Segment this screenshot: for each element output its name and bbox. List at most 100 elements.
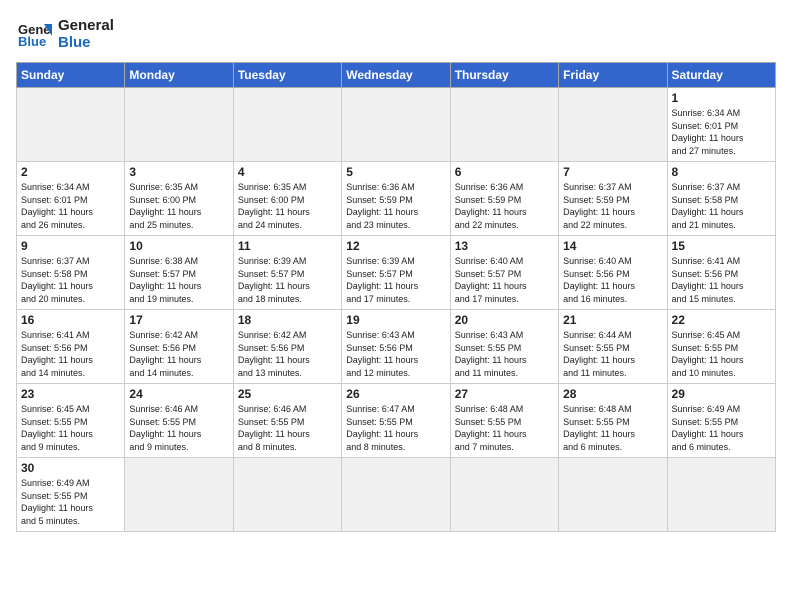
day-number: 13 [455,239,554,253]
day-info: Sunrise: 6:36 AM Sunset: 5:59 PM Dayligh… [455,181,554,231]
day-number: 12 [346,239,445,253]
day-number: 11 [238,239,337,253]
day-number: 10 [129,239,228,253]
calendar-cell: 1 Sunrise: 6:34 AM Sunset: 6:01 PM Daylig… [667,88,775,162]
day-info: Sunrise: 6:37 AM Sunset: 5:58 PM Dayligh… [21,255,120,305]
calendar-cell: 10 Sunrise: 6:38 AM Sunset: 5:57 PM Dayli… [125,236,233,310]
day-number: 15 [672,239,771,253]
calendar-cell: 5 Sunrise: 6:36 AM Sunset: 5:59 PM Daylig… [342,162,450,236]
weekday-header-monday: Monday [125,63,233,88]
day-info: Sunrise: 6:43 AM Sunset: 5:55 PM Dayligh… [455,329,554,379]
day-info: Sunrise: 6:45 AM Sunset: 5:55 PM Dayligh… [21,403,120,453]
calendar-cell: 18 Sunrise: 6:42 AM Sunset: 5:56 PM Dayli… [233,310,341,384]
day-info: Sunrise: 6:35 AM Sunset: 6:00 PM Dayligh… [129,181,228,231]
logo-general: General [58,17,114,34]
calendar-cell [342,88,450,162]
day-info: Sunrise: 6:39 AM Sunset: 5:57 PM Dayligh… [238,255,337,305]
day-info: Sunrise: 6:43 AM Sunset: 5:56 PM Dayligh… [346,329,445,379]
weekday-header-saturday: Saturday [667,63,775,88]
day-number: 1 [672,91,771,105]
weekday-header-wednesday: Wednesday [342,63,450,88]
calendar-cell: 19 Sunrise: 6:43 AM Sunset: 5:56 PM Dayli… [342,310,450,384]
calendar-cell: 28Sunrise: 6:48 AM Sunset: 5:55 PM Dayli… [559,384,667,458]
calendar-cell: 24Sunrise: 6:46 AM Sunset: 5:55 PM Dayli… [125,384,233,458]
calendar-cell: 2 Sunrise: 6:34 AM Sunset: 6:01 PM Daylig… [17,162,125,236]
day-number: 7 [563,165,662,179]
calendar-cell: 16Sunrise: 6:41 AM Sunset: 5:56 PM Dayli… [17,310,125,384]
day-number: 24 [129,387,228,401]
calendar-cell [233,458,341,532]
day-info: Sunrise: 6:34 AM Sunset: 6:01 PM Dayligh… [21,181,120,231]
day-info: Sunrise: 6:49 AM Sunset: 5:55 PM Dayligh… [672,403,771,453]
calendar-cell: 7 Sunrise: 6:37 AM Sunset: 5:59 PM Daylig… [559,162,667,236]
day-info: Sunrise: 6:42 AM Sunset: 5:56 PM Dayligh… [129,329,228,379]
calendar-cell: 29 Sunrise: 6:49 AM Sunset: 5:55 PM Dayli… [667,384,775,458]
calendar-cell [559,88,667,162]
calendar-cell: 9 Sunrise: 6:37 AM Sunset: 5:58 PM Daylig… [17,236,125,310]
day-info: Sunrise: 6:37 AM Sunset: 5:59 PM Dayligh… [563,181,662,231]
day-info: Sunrise: 6:41 AM Sunset: 5:56 PM Dayligh… [672,255,771,305]
calendar-cell: 6 Sunrise: 6:36 AM Sunset: 5:59 PM Daylig… [450,162,558,236]
day-number: 25 [238,387,337,401]
day-info: Sunrise: 6:34 AM Sunset: 6:01 PM Dayligh… [672,107,771,157]
day-info: Sunrise: 6:35 AM Sunset: 6:00 PM Dayligh… [238,181,337,231]
calendar-cell: 17Sunrise: 6:42 AM Sunset: 5:56 PM Dayli… [125,310,233,384]
day-info: Sunrise: 6:41 AM Sunset: 5:56 PM Dayligh… [21,329,120,379]
day-number: 29 [672,387,771,401]
calendar-cell: 8 Sunrise: 6:37 AM Sunset: 5:58 PM Daylig… [667,162,775,236]
day-info: Sunrise: 6:40 AM Sunset: 5:57 PM Dayligh… [455,255,554,305]
day-info: Sunrise: 6:36 AM Sunset: 5:59 PM Dayligh… [346,181,445,231]
logo: General Blue General Blue [16,16,114,52]
calendar-cell: 4 Sunrise: 6:35 AM Sunset: 6:00 PM Daylig… [233,162,341,236]
calendar-cell: 25 Sunrise: 6:46 AM Sunset: 5:55 PM Dayli… [233,384,341,458]
day-number: 26 [346,387,445,401]
day-info: Sunrise: 6:40 AM Sunset: 5:56 PM Dayligh… [563,255,662,305]
logo-icon: General Blue [16,16,52,52]
calendar-cell: 15 Sunrise: 6:41 AM Sunset: 5:56 PM Dayli… [667,236,775,310]
day-info: Sunrise: 6:38 AM Sunset: 5:57 PM Dayligh… [129,255,228,305]
calendar-cell: 3 Sunrise: 6:35 AM Sunset: 6:00 PM Daylig… [125,162,233,236]
calendar-cell [125,88,233,162]
day-info: Sunrise: 6:48 AM Sunset: 5:55 PM Dayligh… [455,403,554,453]
calendar-cell [450,458,558,532]
calendar-cell: 23Sunrise: 6:45 AM Sunset: 5:55 PM Dayli… [17,384,125,458]
day-info: Sunrise: 6:37 AM Sunset: 5:58 PM Dayligh… [672,181,771,231]
calendar-cell: 14 Sunrise: 6:40 AM Sunset: 5:56 PM Dayli… [559,236,667,310]
day-info: Sunrise: 6:46 AM Sunset: 5:55 PM Dayligh… [238,403,337,453]
day-number: 27 [455,387,554,401]
day-info: Sunrise: 6:44 AM Sunset: 5:55 PM Dayligh… [563,329,662,379]
day-number: 9 [21,239,120,253]
weekday-header-thursday: Thursday [450,63,558,88]
day-info: Sunrise: 6:48 AM Sunset: 5:55 PM Dayligh… [563,403,662,453]
day-number: 5 [346,165,445,179]
calendar-cell [17,88,125,162]
calendar-cell [667,458,775,532]
day-number: 6 [455,165,554,179]
calendar-cell: 11 Sunrise: 6:39 AM Sunset: 5:57 PM Dayli… [233,236,341,310]
day-info: Sunrise: 6:47 AM Sunset: 5:55 PM Dayligh… [346,403,445,453]
calendar-cell: 30Sunrise: 6:49 AM Sunset: 5:55 PM Dayli… [17,458,125,532]
calendar-cell [125,458,233,532]
day-number: 20 [455,313,554,327]
calendar-cell: 27 Sunrise: 6:48 AM Sunset: 5:55 PM Dayli… [450,384,558,458]
calendar-cell: 22Sunrise: 6:45 AM Sunset: 5:55 PM Dayli… [667,310,775,384]
weekday-header-sunday: Sunday [17,63,125,88]
day-number: 14 [563,239,662,253]
day-number: 8 [672,165,771,179]
calendar-table: SundayMondayTuesdayWednesdayThursdayFrid… [16,62,776,532]
day-info: Sunrise: 6:42 AM Sunset: 5:56 PM Dayligh… [238,329,337,379]
day-number: 3 [129,165,228,179]
header: General Blue General Blue [16,16,776,52]
calendar-cell: 26 Sunrise: 6:47 AM Sunset: 5:55 PM Dayli… [342,384,450,458]
calendar-cell [233,88,341,162]
calendar-cell: 20 Sunrise: 6:43 AM Sunset: 5:55 PM Dayli… [450,310,558,384]
day-number: 18 [238,313,337,327]
day-number: 19 [346,313,445,327]
day-info: Sunrise: 6:39 AM Sunset: 5:57 PM Dayligh… [346,255,445,305]
day-number: 2 [21,165,120,179]
day-number: 22 [672,313,771,327]
logo-blue: Blue [58,34,114,51]
day-info: Sunrise: 6:49 AM Sunset: 5:55 PM Dayligh… [21,477,120,527]
day-number: 4 [238,165,337,179]
day-number: 21 [563,313,662,327]
